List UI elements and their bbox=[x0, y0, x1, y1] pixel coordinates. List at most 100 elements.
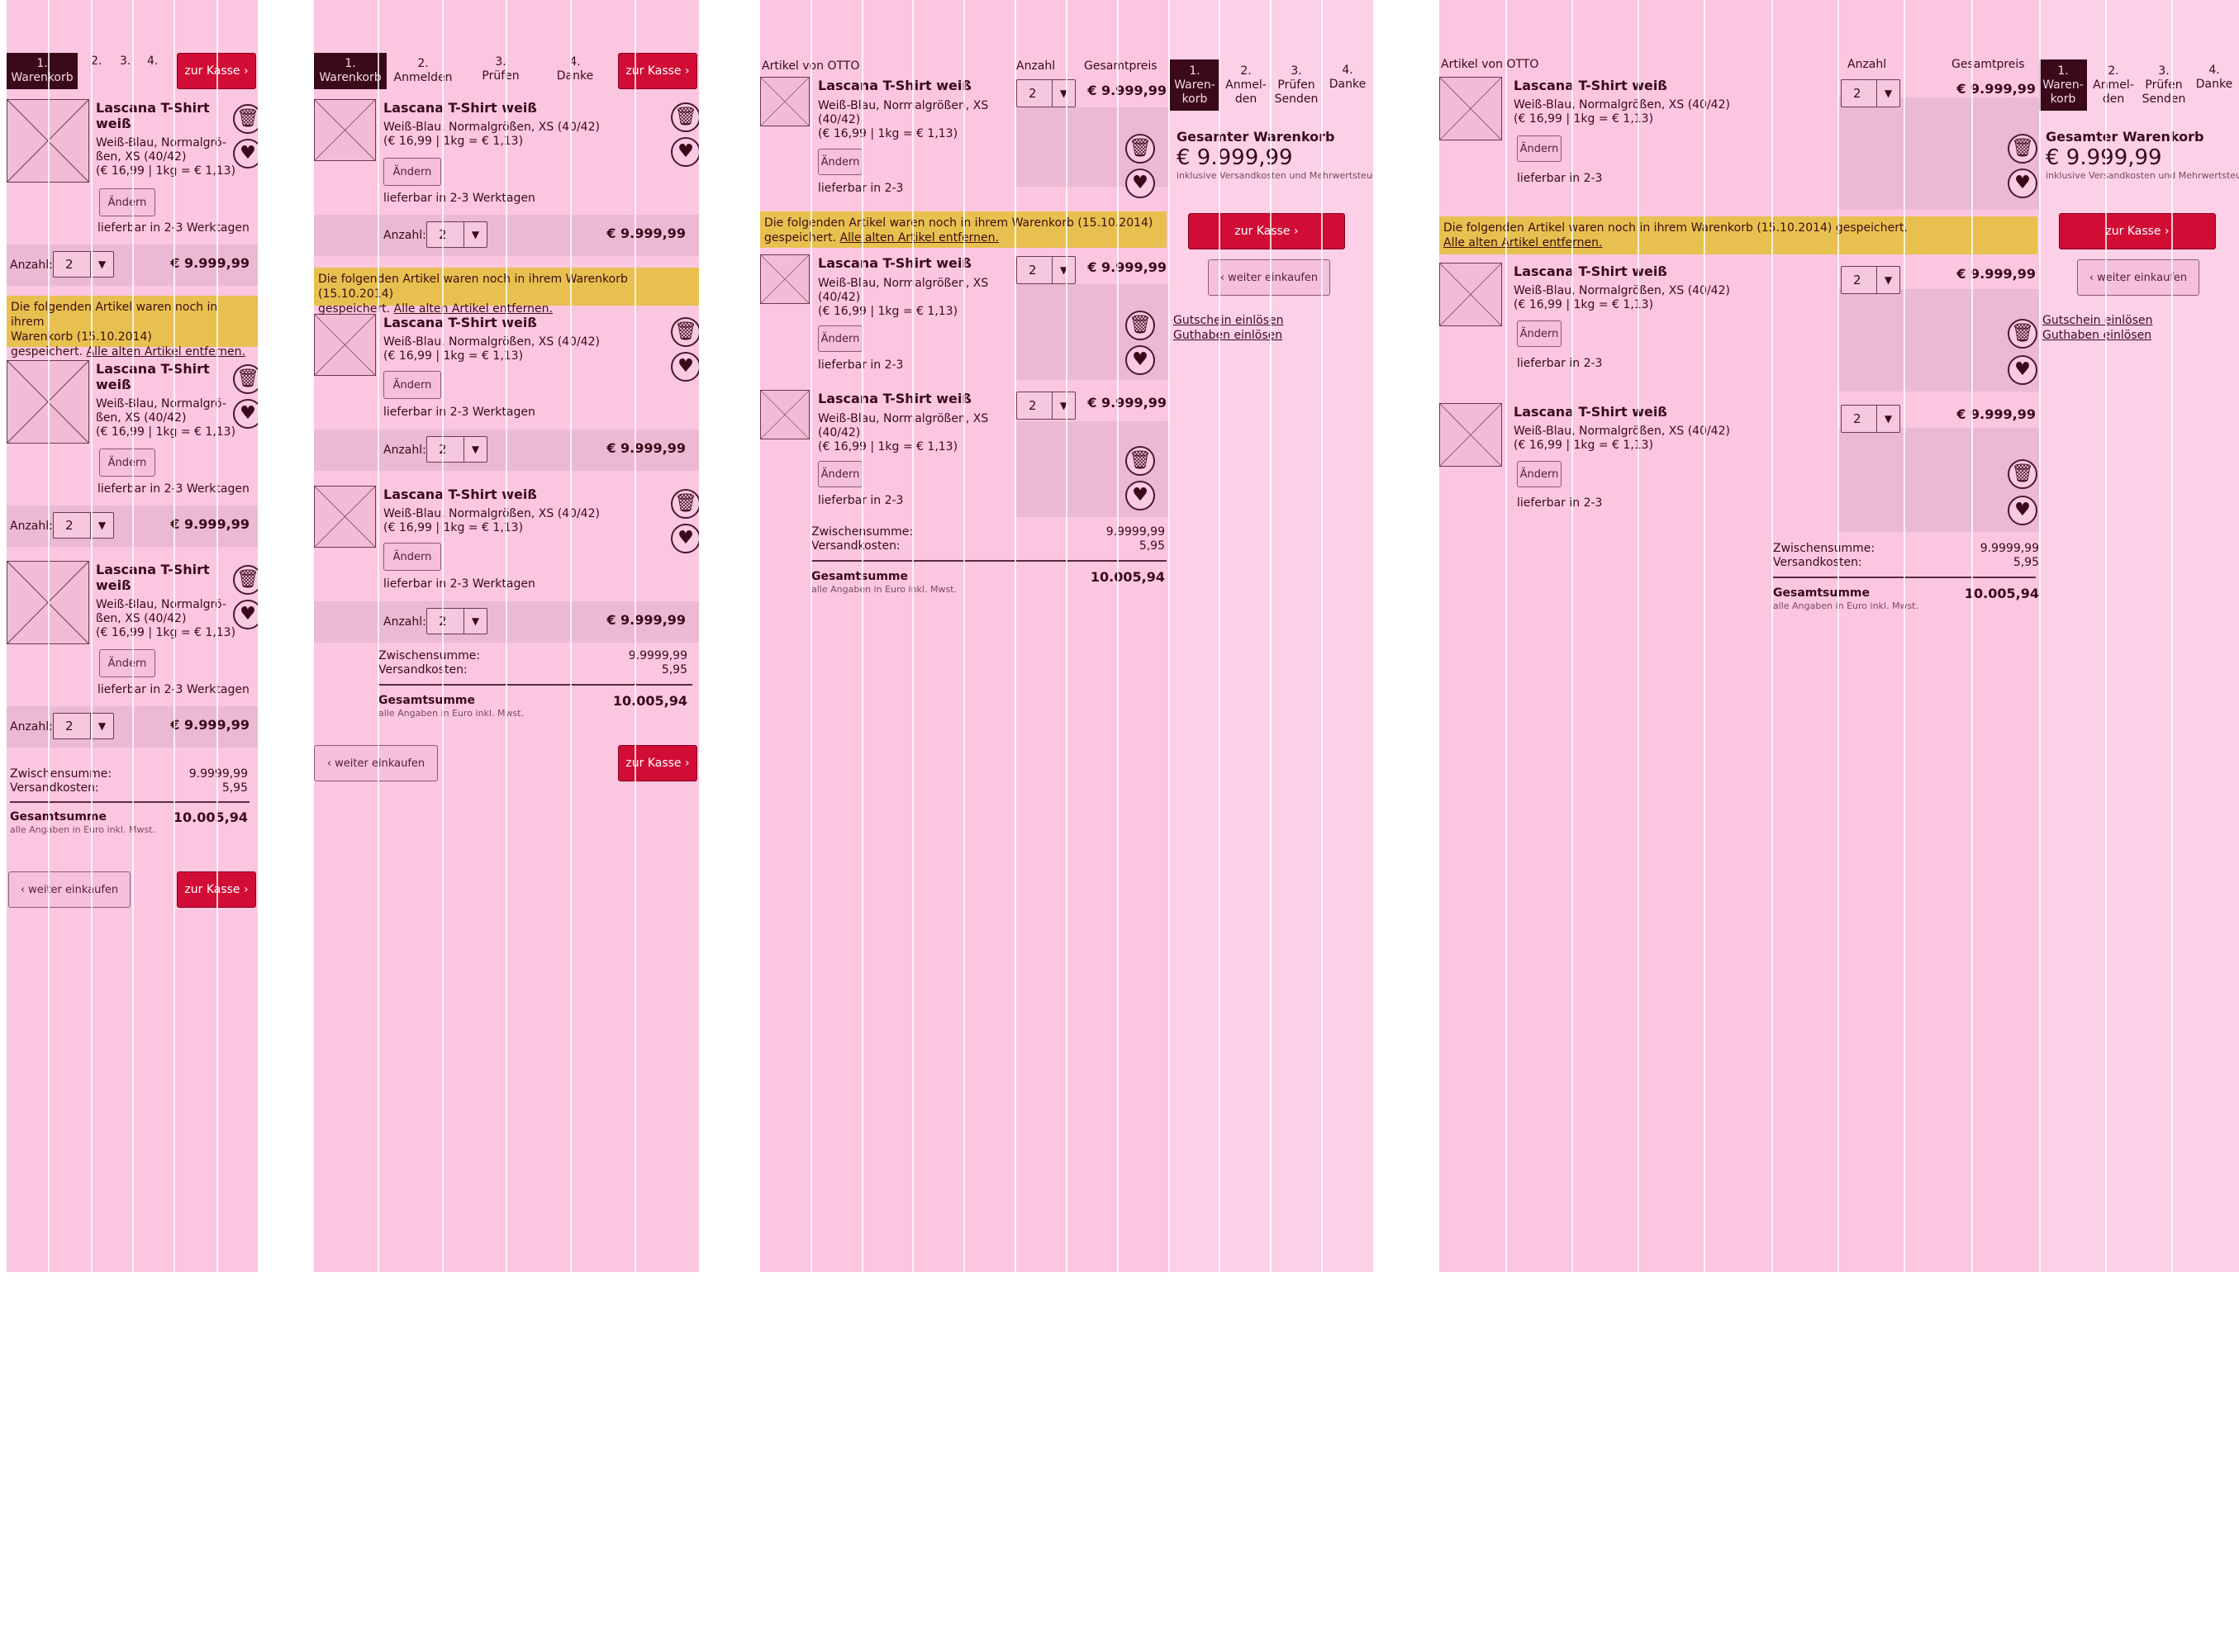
step-pruefen[interactable]: 3. Prüfen Senden bbox=[2138, 59, 2189, 111]
trash-icon[interactable]: 🗑 bbox=[2008, 459, 2037, 489]
remove-old-items-link[interactable]: Alle alten Artikel entfernen. bbox=[1443, 236, 1602, 249]
remove-old-items-link[interactable]: Alle alten Artikel entfernen. bbox=[394, 302, 553, 316]
trash-icon[interactable]: 🗑 bbox=[233, 364, 258, 394]
heart-icon[interactable]: ♥ bbox=[671, 352, 699, 382]
heart-icon[interactable]: ♥ bbox=[2008, 169, 2037, 198]
remove-old-items-link[interactable]: Alle alten Artikel entfernen. bbox=[87, 345, 245, 358]
step-danke[interactable]: 4. Danke bbox=[1322, 59, 1373, 96]
product-title[interactable]: Lascana T-Shirt weiß bbox=[383, 315, 537, 330]
step-pruefen[interactable]: 3. Prüfen Senden bbox=[1271, 59, 1322, 111]
step-danke[interactable]: 4. Danke bbox=[539, 53, 611, 86]
trash-icon[interactable]: 🗑 bbox=[1125, 446, 1155, 476]
product-image[interactable] bbox=[760, 254, 810, 304]
checkout-button[interactable]: zur Kasse › bbox=[1188, 213, 1345, 249]
product-image[interactable] bbox=[7, 561, 89, 644]
step-2[interactable]: 2. bbox=[91, 55, 102, 69]
checkout-button-bottom[interactable]: zur Kasse › bbox=[177, 871, 256, 908]
quantity-select[interactable]: 2 ▼ bbox=[53, 251, 114, 278]
step-anmelden[interactable]: 2. Anmelden bbox=[387, 53, 459, 89]
trash-icon[interactable]: 🗑 bbox=[2008, 319, 2037, 349]
product-image[interactable] bbox=[1439, 403, 1502, 467]
step-warenkorb[interactable]: 1. Waren-korb bbox=[1170, 59, 1219, 111]
trash-icon[interactable]: 🗑 bbox=[671, 317, 699, 347]
change-button[interactable]: Ändern bbox=[383, 158, 441, 186]
change-button[interactable]: Ändern bbox=[818, 149, 863, 175]
quantity-select[interactable]: 2 ▼ bbox=[53, 713, 114, 739]
change-button[interactable]: Ändern bbox=[818, 325, 863, 352]
change-button[interactable]: Ändern bbox=[99, 188, 155, 216]
product-image[interactable] bbox=[1439, 77, 1502, 140]
heart-icon[interactable]: ♥ bbox=[1125, 345, 1155, 375]
trash-icon[interactable]: 🗑 bbox=[233, 104, 258, 134]
step-warenkorb[interactable]: 1. Warenkorb bbox=[7, 53, 78, 89]
trash-icon[interactable]: 🗑 bbox=[1125, 311, 1155, 340]
change-button[interactable]: Ändern bbox=[1517, 461, 1562, 487]
quantity-select[interactable]: 2 ▼ bbox=[1841, 266, 1900, 294]
change-button[interactable]: Ändern bbox=[1517, 320, 1562, 347]
product-title[interactable]: Lascana T-Shirt weiß bbox=[818, 78, 972, 93]
trash-icon[interactable]: 🗑 bbox=[671, 489, 699, 519]
continue-shopping-button[interactable]: ‹ weiter einkaufen bbox=[2077, 259, 2199, 296]
change-button[interactable]: Ändern bbox=[99, 449, 155, 477]
product-title[interactable]: Lascana T-Shirt weiß bbox=[383, 487, 537, 502]
change-button[interactable]: Ändern bbox=[383, 543, 441, 571]
product-title[interactable]: Lascana T-Shirt weiß bbox=[96, 100, 220, 131]
product-title[interactable]: Lascana T-Shirt weiß bbox=[383, 100, 537, 116]
product-image[interactable] bbox=[1439, 263, 1502, 326]
product-title[interactable]: Lascana T-Shirt weiß bbox=[1514, 263, 1667, 279]
checkout-button[interactable]: zur Kasse › bbox=[177, 53, 256, 89]
step-danke[interactable]: 4. Danke bbox=[2189, 59, 2239, 96]
quantity-select[interactable]: 2 ▼ bbox=[1016, 392, 1076, 420]
product-title[interactable]: Lascana T-Shirt weiß bbox=[96, 361, 220, 392]
heart-icon[interactable]: ♥ bbox=[671, 524, 699, 553]
credit-link[interactable]: Guthaben einlösen bbox=[1173, 329, 1282, 342]
remove-old-items-link[interactable]: Alle alten Artikel entfernen. bbox=[840, 231, 999, 244]
quantity-select[interactable]: 2 ▼ bbox=[1016, 79, 1076, 107]
step-anmelden[interactable]: 2. Anmel-den bbox=[2089, 59, 2138, 111]
heart-icon[interactable]: ♥ bbox=[2008, 355, 2037, 385]
heart-icon[interactable]: ♥ bbox=[2008, 496, 2037, 525]
product-title[interactable]: Lascana T-Shirt weiß bbox=[1514, 78, 1667, 93]
product-title[interactable]: Lascana T-Shirt weiß bbox=[96, 562, 220, 593]
change-button[interactable]: Ändern bbox=[99, 649, 155, 677]
heart-icon[interactable]: ♥ bbox=[1125, 481, 1155, 510]
product-title[interactable]: Lascana T-Shirt weiß bbox=[818, 255, 972, 271]
product-title[interactable]: Lascana T-Shirt weiß bbox=[1514, 404, 1667, 420]
checkout-button[interactable]: zur Kasse › bbox=[618, 53, 697, 89]
quantity-select[interactable]: 2 ▼ bbox=[426, 608, 487, 634]
heart-icon[interactable]: ♥ bbox=[233, 139, 258, 169]
quantity-select[interactable]: 2 ▼ bbox=[426, 221, 487, 248]
heart-icon[interactable]: ♥ bbox=[1125, 169, 1155, 198]
product-title[interactable]: Lascana T-Shirt weiß bbox=[818, 391, 972, 406]
change-button[interactable]: Ändern bbox=[818, 461, 863, 487]
quantity-select[interactable]: 2 ▼ bbox=[53, 512, 114, 539]
product-image[interactable] bbox=[314, 99, 376, 161]
step-warenkorb[interactable]: 1. Waren-korb bbox=[2039, 59, 2087, 111]
trash-icon[interactable]: 🗑 bbox=[1125, 134, 1155, 164]
change-button[interactable]: Ändern bbox=[383, 371, 441, 399]
voucher-link[interactable]: Gutschein einlösen bbox=[1173, 314, 1284, 327]
product-image[interactable] bbox=[314, 486, 376, 548]
step-anmelden[interactable]: 2. Anmel-den bbox=[1221, 59, 1271, 111]
trash-icon[interactable]: 🗑 bbox=[233, 565, 258, 595]
step-pruefen[interactable]: 3. Prüfen bbox=[464, 53, 537, 86]
quantity-select[interactable]: 2 ▼ bbox=[1841, 79, 1900, 107]
quantity-select[interactable]: 2 ▼ bbox=[426, 436, 487, 463]
product-image[interactable] bbox=[760, 390, 810, 439]
checkout-button-bottom[interactable]: zur Kasse › bbox=[618, 745, 697, 781]
quantity-select[interactable]: 2 ▼ bbox=[1841, 405, 1900, 433]
heart-icon[interactable]: ♥ bbox=[671, 137, 699, 167]
trash-icon[interactable]: 🗑 bbox=[671, 102, 699, 132]
heart-icon[interactable]: ♥ bbox=[233, 600, 258, 629]
product-image[interactable] bbox=[7, 360, 89, 444]
heart-icon[interactable]: ♥ bbox=[233, 399, 258, 429]
product-image[interactable] bbox=[7, 99, 89, 183]
product-image[interactable] bbox=[760, 77, 810, 126]
quantity-select[interactable]: 2 ▼ bbox=[1016, 256, 1076, 284]
continue-shopping-button[interactable]: ‹ weiter einkaufen bbox=[314, 745, 438, 781]
step-warenkorb[interactable]: 1. Warenkorb bbox=[314, 53, 387, 89]
trash-icon[interactable]: 🗑 bbox=[2008, 134, 2037, 164]
continue-shopping-button[interactable]: ‹ weiter einkaufen bbox=[1208, 259, 1330, 296]
step-3[interactable]: 3. bbox=[120, 55, 131, 69]
product-image[interactable] bbox=[314, 314, 376, 376]
